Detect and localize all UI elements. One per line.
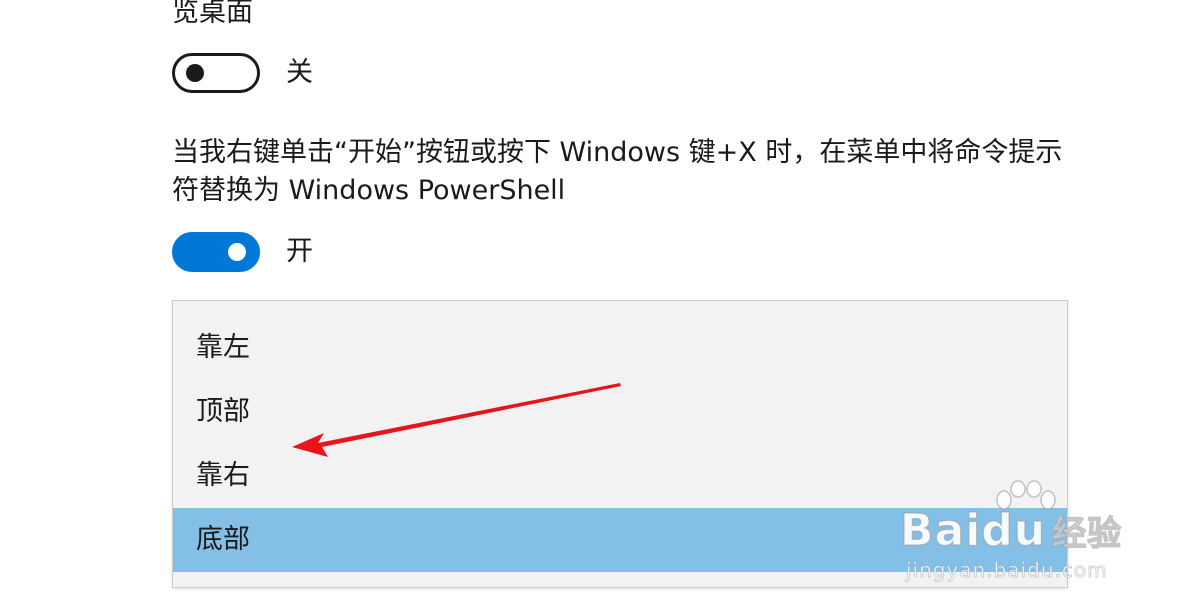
dropdown-option-right[interactable]: 靠右 — [173, 444, 1067, 508]
powershell-replace-toggle[interactable] — [172, 232, 260, 272]
powershell-replace-toggle-row: 开 — [172, 232, 313, 272]
toggle-knob — [228, 243, 246, 261]
dropdown-option-bottom[interactable]: 底部 — [173, 508, 1067, 572]
powershell-replace-label: 当我右键单击“开始”按钮或按下 Windows 键+X 时，在菜单中将命令提示符… — [172, 137, 1063, 206]
taskbar-position-dropdown-list: 靠左 顶部 靠右 底部 — [172, 300, 1068, 588]
dropdown-option-left[interactable]: 靠左 — [173, 316, 1067, 380]
peek-desktop-toggle[interactable] — [172, 53, 260, 93]
peek-desktop-label: 览桌面 — [172, 0, 253, 28]
peek-desktop-state-text: 关 — [286, 57, 313, 88]
powershell-replace-state-text: 开 — [286, 236, 313, 267]
toggle-knob — [186, 64, 204, 82]
peek-desktop-toggle-row: 关 — [172, 53, 313, 93]
dropdown-option-top[interactable]: 顶部 — [173, 380, 1067, 444]
